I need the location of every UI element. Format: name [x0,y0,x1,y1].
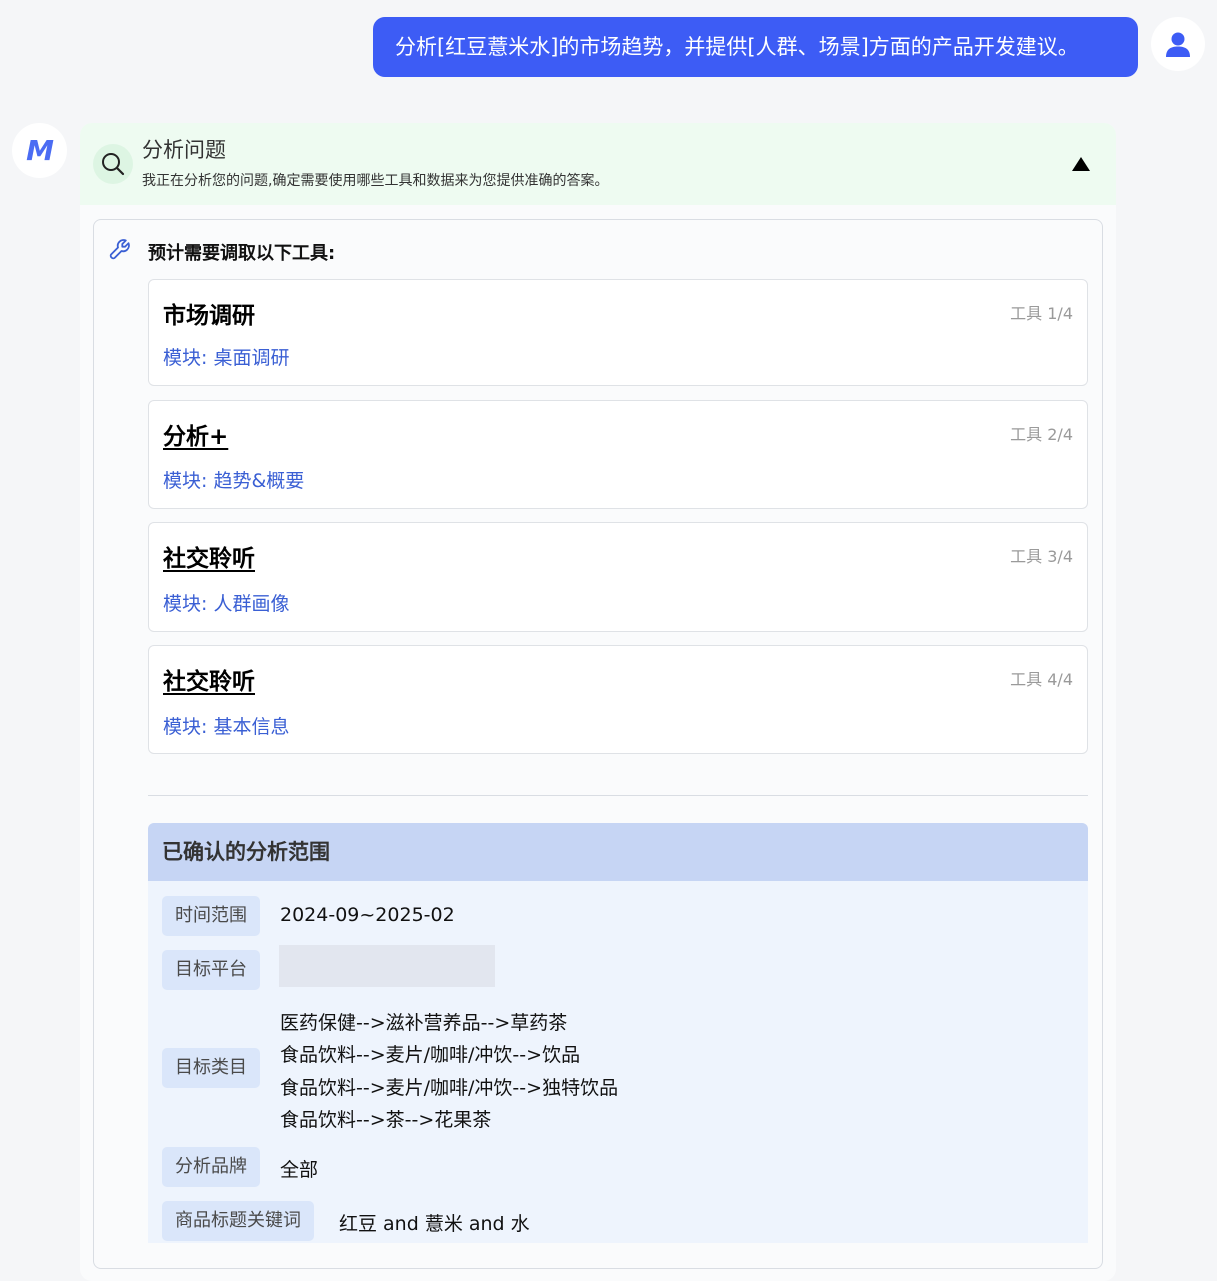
tool-card-4[interactable]: 社交聆听 工具 4/4 模块: 基本信息 [148,645,1088,754]
tool-module: 模块: 基本信息 [163,716,290,738]
tool-card-3[interactable]: 社交聆听 工具 3/4 模块: 人群画像 [148,522,1088,632]
bot-avatar: M [12,123,67,178]
tools-heading: 预计需要调取以下工具: [148,243,336,264]
tool-module: 模块: 趋势&概要 [163,470,305,492]
panel-title: 分析问题 [142,138,226,162]
analysis-panel: 分析问题 我正在分析您的问题,确定需要使用哪些工具和数据来为您提供准确的答案。 … [80,123,1116,1281]
triangle-up-icon [1072,157,1090,171]
category-item: 食品饮料-->麦片/咖啡/冲饮-->独特饮品 [280,1077,619,1099]
tool-index: 工具 3/4 [1010,547,1073,566]
tool-name-link[interactable]: 社交聆听 [163,539,255,573]
tool-index: 工具 1/4 [1010,304,1073,323]
user-avatar[interactable] [1151,17,1205,71]
category-item: 食品饮料-->麦片/咖啡/冲饮-->饮品 [280,1044,581,1066]
tool-index: 工具 4/4 [1010,670,1073,689]
keyword-value: 红豆 and 薏米 and 水 [339,1213,530,1235]
user-icon [1166,32,1190,57]
panel-subtitle: 我正在分析您的问题,确定需要使用哪些工具和数据来为您提供准确的答案。 [142,173,609,189]
user-message-bubble: 分析[红豆薏米水]的市场趋势，并提供[人群、场景]方面的产品开发建议。 [373,17,1138,77]
divider [148,795,1088,796]
collapse-button[interactable] [1070,153,1092,175]
bot-logo: M [26,134,54,167]
brand-label: 分析品牌 [162,1147,260,1187]
scope-title: 已确认的分析范围 [148,823,1088,881]
tool-name-link[interactable]: 分析+ [163,417,228,451]
brand-value: 全部 [280,1159,319,1181]
category-item: 医药保健-->滋补营养品-->草药茶 [280,1012,568,1034]
tool-card-2[interactable]: 分析+ 工具 2/4 模块: 趋势&概要 [148,400,1088,509]
tools-container: 预计需要调取以下工具: 市场调研 工具 1/4 模块: 桌面调研 分析+ 工具 … [93,219,1103,1269]
search-icon-badge [93,144,133,184]
wrench-icon [109,239,130,260]
keyword-label: 商品标题关键词 [162,1201,314,1241]
tool-name-link[interactable]: 社交聆听 [163,662,255,696]
tool-card-1[interactable]: 市场调研 工具 1/4 模块: 桌面调研 [148,279,1088,386]
platform-value-redacted [279,945,495,987]
platform-label: 目标平台 [162,950,260,990]
tool-index: 工具 2/4 [1010,425,1073,444]
time-range-value: 2024-09~2025-02 [280,904,455,926]
category-label: 目标类目 [162,1048,260,1088]
analysis-scope: 已确认的分析范围 时间范围 2024-09~2025-02 目标平台 目标类目 … [148,823,1088,1243]
tool-module: 模块: 桌面调研 [163,347,290,369]
tool-name: 市场调研 [163,303,255,329]
category-item: 食品饮料-->茶-->花果茶 [280,1109,492,1131]
tool-module: 模块: 人群画像 [163,593,290,615]
time-range-label: 时间范围 [162,896,260,936]
panel-header[interactable]: 分析问题 我正在分析您的问题,确定需要使用哪些工具和数据来为您提供准确的答案。 [80,123,1116,205]
search-icon [102,153,125,176]
